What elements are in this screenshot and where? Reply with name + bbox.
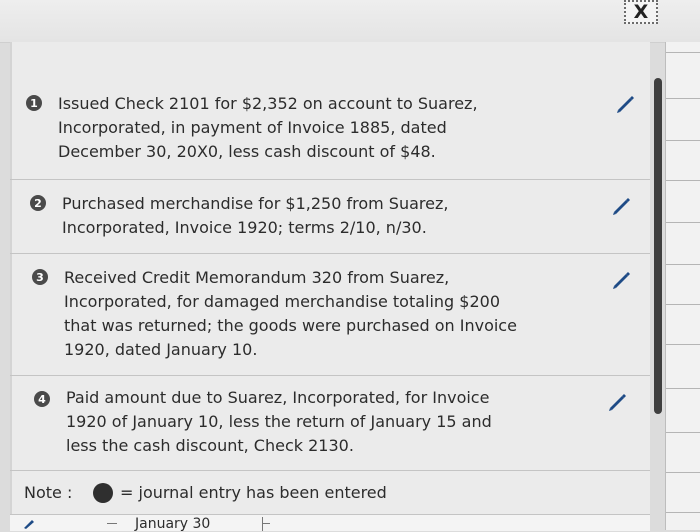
entry-line: 1920, dated January 10.	[64, 340, 258, 359]
entry-number-badge: 1	[26, 95, 42, 111]
note-label: Note :	[24, 483, 73, 502]
entry-number-badge: 4	[34, 391, 50, 407]
scrollbar[interactable]	[654, 78, 662, 418]
note-text: = journal entry has been entered	[120, 483, 387, 502]
entered-dot-icon	[93, 483, 113, 503]
entry-line: Incorporated, Invoice 1920; terms 2/10, …	[62, 218, 427, 237]
pencil-icon[interactable]	[606, 390, 628, 412]
entry-line: Purchased merchandise for $1,250 from Su…	[62, 194, 449, 213]
grid-line	[666, 388, 700, 389]
grid-line	[666, 140, 700, 141]
legend-note: Note : = journal entry has been entered	[10, 470, 650, 516]
grid-line	[666, 344, 700, 345]
entry-line: December 30, 20X0, less cash discount of…	[58, 142, 436, 161]
grid-line	[666, 472, 700, 473]
pencil-icon[interactable]	[22, 517, 36, 529]
entry-line: Paid amount due to Suarez, Incorporated,…	[66, 388, 490, 407]
entry-description: Paid amount due to Suarez, Incorporated,…	[66, 386, 492, 458]
journal-strip: January 30	[10, 514, 650, 532]
entry-line: Received Credit Memorandum 320 from Suar…	[64, 268, 450, 287]
grid-line	[666, 98, 700, 99]
transaction-entry-4: 4 Paid amount due to Suarez, Incorporate…	[10, 376, 650, 470]
entry-line: 1920 of January 10, less the return of J…	[66, 412, 492, 431]
grid-line	[666, 512, 700, 513]
entry-description: Issued Check 2101 for $2,352 on account …	[58, 92, 478, 164]
pencil-icon[interactable]	[610, 268, 632, 290]
scrollbar-thumb[interactable]	[654, 78, 662, 414]
entry-line: Incorporated, in payment of Invoice 1885…	[58, 118, 447, 137]
entry-description: Purchased merchandise for $1,250 from Su…	[62, 192, 448, 240]
pencil-icon[interactable]	[610, 194, 632, 216]
divider	[262, 517, 263, 531]
entry-line: Incorporated, for damaged merchandise to…	[64, 292, 501, 311]
transaction-entry-3: 3 Received Credit Memorandum 320 from Su…	[10, 254, 650, 376]
entry-line: Issued Check 2101 for $2,352 on account …	[58, 94, 478, 113]
entry-line: less the cash discount, Check 2130.	[66, 436, 354, 455]
grid-line	[666, 432, 700, 433]
close-icon: X	[633, 1, 649, 23]
entry-number-badge: 2	[30, 195, 46, 211]
top-toolbar: X	[0, 0, 700, 43]
pencil-icon[interactable]	[614, 92, 636, 114]
entry-description: Received Credit Memorandum 320 from Suar…	[64, 266, 517, 362]
grid-line	[666, 180, 700, 181]
grid-line	[666, 264, 700, 265]
grid-line	[666, 304, 700, 305]
grid-line	[666, 52, 700, 53]
transaction-entry-1: 1 Issued Check 2101 for $2,352 on accoun…	[10, 80, 650, 180]
divider	[262, 523, 270, 524]
entry-number-badge: 3	[32, 269, 48, 285]
grid-line	[666, 222, 700, 223]
adjacent-table-edge	[665, 42, 700, 530]
divider	[107, 523, 117, 524]
close-button[interactable]: X	[624, 0, 658, 24]
entry-line: that was returned; the goods were purcha…	[64, 316, 517, 335]
transaction-entry-2: 2 Purchased merchandise for $1,250 from …	[10, 180, 650, 254]
